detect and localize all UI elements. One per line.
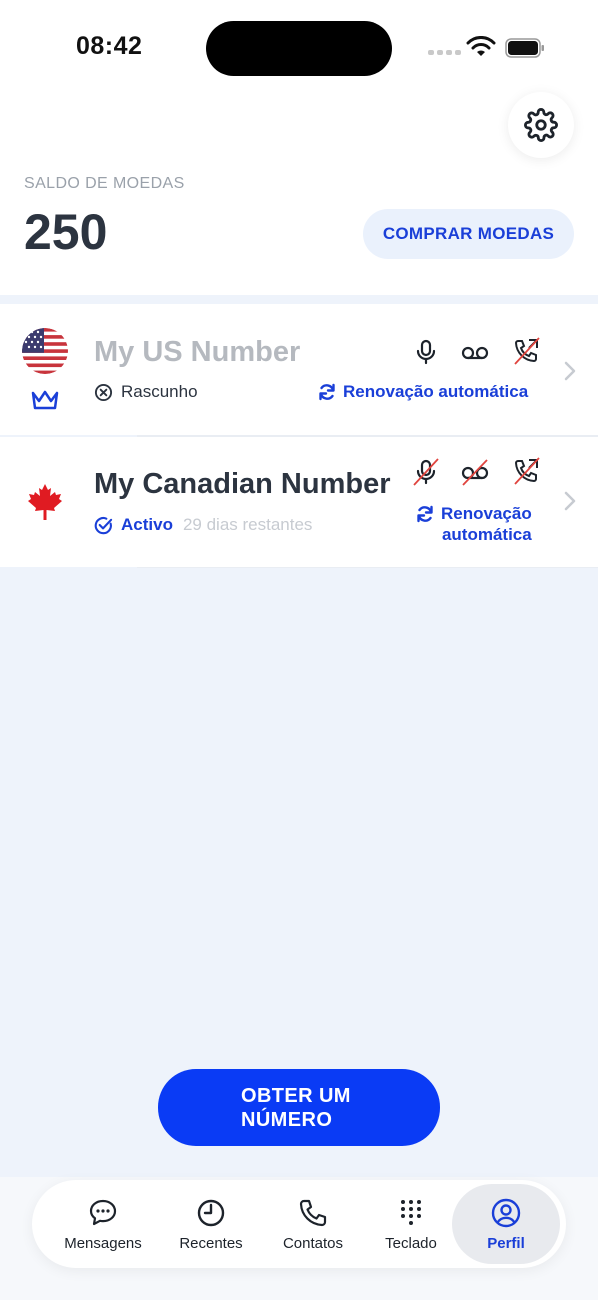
number-name: My US Number [94, 336, 301, 368]
tab-keypad[interactable]: Teclado [368, 1180, 454, 1268]
dynamic-island [206, 21, 392, 76]
get-number-button[interactable]: OBTER UM NÚMERO [158, 1069, 440, 1146]
get-number-label-line1: OBTER UM [241, 1084, 351, 1107]
x-circle-icon [94, 383, 113, 401]
tab-label: Perfil [487, 1234, 525, 1252]
balance-label: SALDO DE MOEDAS [24, 175, 185, 192]
get-number-label-line2: NÚMERO [241, 1108, 333, 1131]
tab-contacts[interactable]: Contatos [270, 1180, 356, 1268]
keypad-icon [401, 1199, 421, 1225]
wifi-icon [466, 36, 496, 56]
chevron-right-icon [564, 491, 576, 511]
renewal-label-line1: Renovação [441, 504, 532, 523]
number-status: Activo [121, 515, 173, 534]
tab-label: Mensagens [64, 1234, 142, 1252]
balance-value: 250 [24, 204, 108, 260]
voicemail-disabled-icon [461, 459, 489, 486]
auto-renew-icon [319, 383, 335, 401]
number-row-us[interactable]: My US Number Rascunho Renovação automáti… [0, 304, 598, 435]
number-name: My Canadian Number [94, 468, 391, 500]
number-status: Rascunho [121, 382, 198, 401]
tab-recents[interactable]: Recentes [168, 1180, 254, 1268]
chevron-right-icon [564, 361, 576, 381]
days-remaining: 29 dias restantes [182, 515, 313, 534]
tab-label: Contatos [282, 1234, 344, 1252]
battery-icon [505, 38, 544, 58]
clock-icon [197, 1199, 225, 1226]
tab-label: Teclado [385, 1234, 437, 1252]
auto-renew-icon [417, 505, 433, 523]
renewal-label-line2: automática [441, 525, 532, 544]
phone-icon [299, 1199, 327, 1226]
row-divider [137, 567, 598, 568]
renewal-label: Renovação automática [343, 382, 529, 401]
chat-bubble-icon [89, 1199, 117, 1225]
tab-label: Recentes [179, 1234, 243, 1252]
check-circle-icon [94, 516, 113, 534]
tab-messages[interactable]: Mensagens [56, 1180, 150, 1268]
profile-icon [491, 1198, 521, 1227]
tab-profile[interactable]: Perfil [452, 1184, 560, 1264]
status-time: 08:42 [76, 32, 143, 60]
gear-icon [524, 108, 558, 142]
crown-icon [31, 390, 59, 410]
call-forward-disabled-icon [514, 337, 540, 365]
canada-flag-icon [28, 484, 62, 520]
cellular-signal-icon [428, 50, 461, 55]
settings-button[interactable] [508, 92, 574, 158]
us-flag-icon [22, 328, 68, 374]
number-row-canada[interactable]: My Canadian Number Activo 29 dias restan… [0, 437, 598, 567]
call-forward-disabled-icon [514, 457, 540, 485]
buy-coins-button[interactable]: COMPRAR MOEDAS [363, 209, 574, 259]
microphone-icon [416, 339, 436, 365]
microphone-disabled-icon [413, 458, 439, 486]
voicemail-icon [461, 346, 489, 360]
